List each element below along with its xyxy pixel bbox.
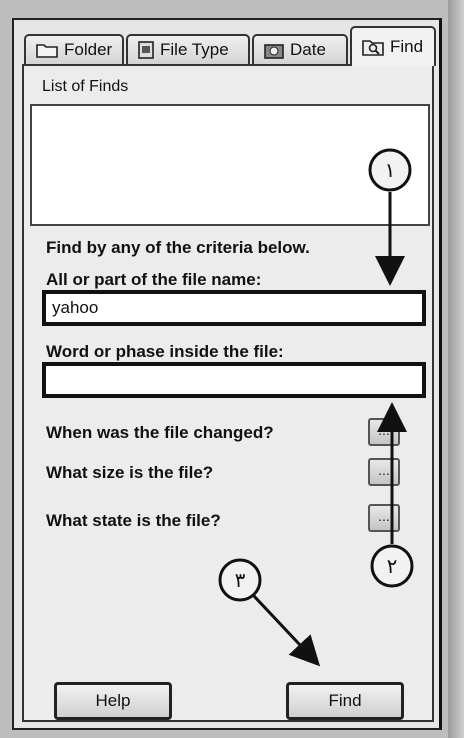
tab-label: Date bbox=[290, 40, 326, 59]
state-label: What state is the file? bbox=[46, 511, 221, 530]
tab-folder[interactable]: Folder bbox=[24, 34, 124, 64]
state-options-button[interactable]: ... bbox=[368, 504, 400, 532]
date-icon bbox=[264, 44, 284, 59]
page-edge bbox=[448, 0, 464, 738]
find-icon bbox=[362, 40, 384, 56]
tab-find[interactable]: Find bbox=[350, 26, 436, 66]
tab-bar: Folder File Type Date Find bbox=[20, 26, 436, 66]
criteria-heading: Find by any of the criteria below. bbox=[46, 238, 310, 257]
find-button[interactable]: Find bbox=[286, 682, 404, 720]
file-name-label: All or part of the file name: bbox=[46, 270, 262, 289]
tab-date[interactable]: Date bbox=[252, 34, 348, 64]
tab-file-type[interactable]: File Type bbox=[126, 34, 250, 64]
folder-icon bbox=[36, 44, 58, 58]
file-name-input[interactable] bbox=[42, 290, 426, 326]
changed-options-button[interactable]: ... bbox=[368, 418, 400, 446]
tab-label: Find bbox=[390, 37, 424, 56]
phrase-input[interactable] bbox=[42, 362, 426, 398]
changed-label: When was the file changed? bbox=[46, 423, 274, 442]
tab-label: Folder bbox=[64, 40, 113, 59]
list-of-finds-label: List of Finds bbox=[42, 78, 129, 95]
list-of-finds[interactable] bbox=[30, 104, 430, 226]
size-options-button[interactable]: ... bbox=[368, 458, 400, 486]
file-type-icon bbox=[138, 41, 154, 59]
tab-label: File Type bbox=[160, 40, 229, 59]
help-button[interactable]: Help bbox=[54, 682, 172, 720]
phrase-label: Word or phase inside the file: bbox=[46, 342, 284, 361]
size-label: What size is the file? bbox=[46, 463, 214, 482]
